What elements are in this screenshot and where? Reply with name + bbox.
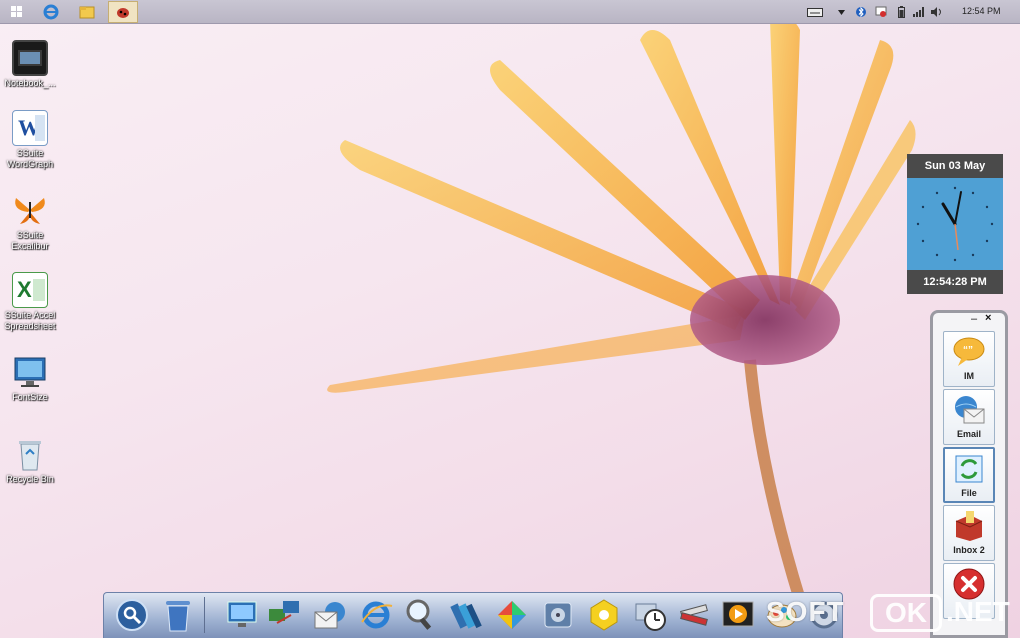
ladybug-icon [117, 8, 129, 18]
panel-button-label: Email [956, 429, 981, 439]
dock-windows-update[interactable] [494, 597, 530, 633]
panel-close-button[interactable]: × [985, 312, 991, 324]
desktop-icon-notebook[interactable]: Notebook_... [0, 40, 60, 89]
dock-mail[interactable] [312, 597, 348, 633]
gallery-icon [590, 599, 618, 631]
disk-icon [544, 602, 572, 628]
watermark-logo: SOFT OK .NET [766, 594, 1020, 634]
panel-button-email[interactable]: Email [943, 389, 995, 445]
search-icon [116, 599, 148, 631]
desktop-icon-label: Notebook_... [4, 78, 56, 88]
panel-minimize-button[interactable]: – [971, 313, 977, 325]
desktop-icon-spreadsheet[interactable]: X SSuite Accel Spreadsheet [0, 272, 60, 332]
analog-clock-face [907, 178, 1003, 270]
watermark-net: .NET [946, 596, 1010, 627]
gadget-digital-time: 12:54:28 PM [907, 270, 1003, 294]
mail-icon [314, 602, 345, 629]
ie-icon [43, 4, 59, 20]
notebook-video-icon [12, 40, 48, 76]
tray-expand-icon[interactable] [836, 5, 846, 19]
trash-icon [166, 601, 190, 632]
clock-icon [635, 603, 666, 631]
taskbar-file-explorer[interactable] [72, 1, 102, 23]
windows-logo-icon [11, 6, 22, 17]
dock-computer[interactable] [224, 597, 260, 633]
media-player-icon [722, 601, 754, 627]
email-globe-icon [952, 393, 986, 427]
monitor-font-icon [12, 354, 48, 390]
file-transfer-icon [952, 452, 986, 486]
computer-icon [227, 601, 257, 627]
signal-icon[interactable] [912, 5, 926, 19]
dock-network[interactable] [266, 597, 302, 633]
desktop-icon-label: SSuite WordGraph [6, 148, 54, 169]
watermark-ok: OK [870, 594, 942, 632]
panel-button-label: IM [964, 371, 974, 381]
word-document-icon: W [12, 110, 48, 146]
taskbar-active-app[interactable] [108, 1, 138, 23]
dock-gallery[interactable] [586, 597, 622, 633]
desktop-icon-excalibur[interactable]: SSuite Excalibur [0, 192, 60, 252]
bluetooth-icon[interactable] [855, 5, 867, 19]
dock-search[interactable] [114, 597, 150, 633]
tools-icon [680, 604, 708, 626]
taskbar-clock[interactable]: 12:54 PM [962, 6, 1001, 16]
dock-bar [103, 592, 843, 638]
speech-bubble-icon: “” [952, 335, 986, 369]
action-center-flag-icon[interactable] [874, 5, 888, 19]
panel-button-file[interactable]: File [943, 447, 995, 503]
windows-update-icon [498, 601, 526, 629]
desktop-wallpaper [327, 16, 916, 602]
recycle-bin-icon [12, 436, 48, 472]
desktop-icon-wordgraph[interactable]: W SSuite WordGraph [0, 110, 60, 170]
desktop-icon-fontsize[interactable]: FontSize [0, 354, 60, 403]
dock-books[interactable] [448, 597, 484, 633]
desktop-icon-label: FontSize [12, 392, 48, 402]
dock-internet[interactable] [358, 597, 394, 633]
desktop-icon-label: SSuite Excalibur [11, 230, 49, 251]
svg-text:“”: “” [963, 345, 973, 356]
panel-button-inbox[interactable]: Inbox 2 [943, 505, 995, 561]
start-button[interactable] [2, 1, 32, 23]
panel-button-label: Inbox 2 [953, 545, 985, 555]
dock-clock[interactable] [632, 597, 668, 633]
dock-media-player[interactable] [720, 597, 756, 633]
dock-trash[interactable] [160, 597, 196, 633]
dock-separator [204, 597, 205, 633]
svg-text:X: X [17, 277, 32, 302]
clock-icon [916, 186, 994, 262]
dock-magnifier[interactable] [402, 597, 438, 633]
dock-disk[interactable] [540, 597, 576, 633]
dock-tools[interactable] [676, 597, 712, 633]
clock-gadget[interactable]: Sun 03 May 12:54:28 PM [907, 154, 1003, 294]
panel-titlebar: – × [933, 312, 1005, 329]
desktop-icon-recycle-bin[interactable]: Recycle Bin [0, 436, 60, 485]
panel-button-label: File [961, 488, 977, 498]
keyboard-icon[interactable] [806, 5, 824, 19]
folder-icon [79, 6, 95, 19]
taskbar-internet-explorer[interactable] [36, 1, 66, 23]
battery-icon[interactable] [895, 5, 907, 19]
panel-button-im[interactable]: “” IM [943, 331, 995, 387]
inbox-box-icon [952, 509, 986, 543]
butterfly-icon [12, 192, 48, 228]
books-icon [450, 603, 482, 629]
desktop-icon-label: SSuite Accel Spreadsheet [4, 310, 56, 331]
volume-icon[interactable] [930, 5, 944, 19]
watermark-soft: SOFT [766, 596, 845, 627]
gadget-date: Sun 03 May [907, 154, 1003, 178]
spreadsheet-icon: X [12, 272, 48, 308]
quick-launch-panel: – × “” IM Email File Inbox 2 [930, 310, 1008, 638]
magnifier-icon [406, 599, 432, 630]
desktop-icon-label: Recycle Bin [6, 474, 54, 484]
taskbar: 12:54 PM [0, 0, 1020, 24]
network-icon [269, 601, 299, 624]
internet-icon [361, 601, 393, 629]
